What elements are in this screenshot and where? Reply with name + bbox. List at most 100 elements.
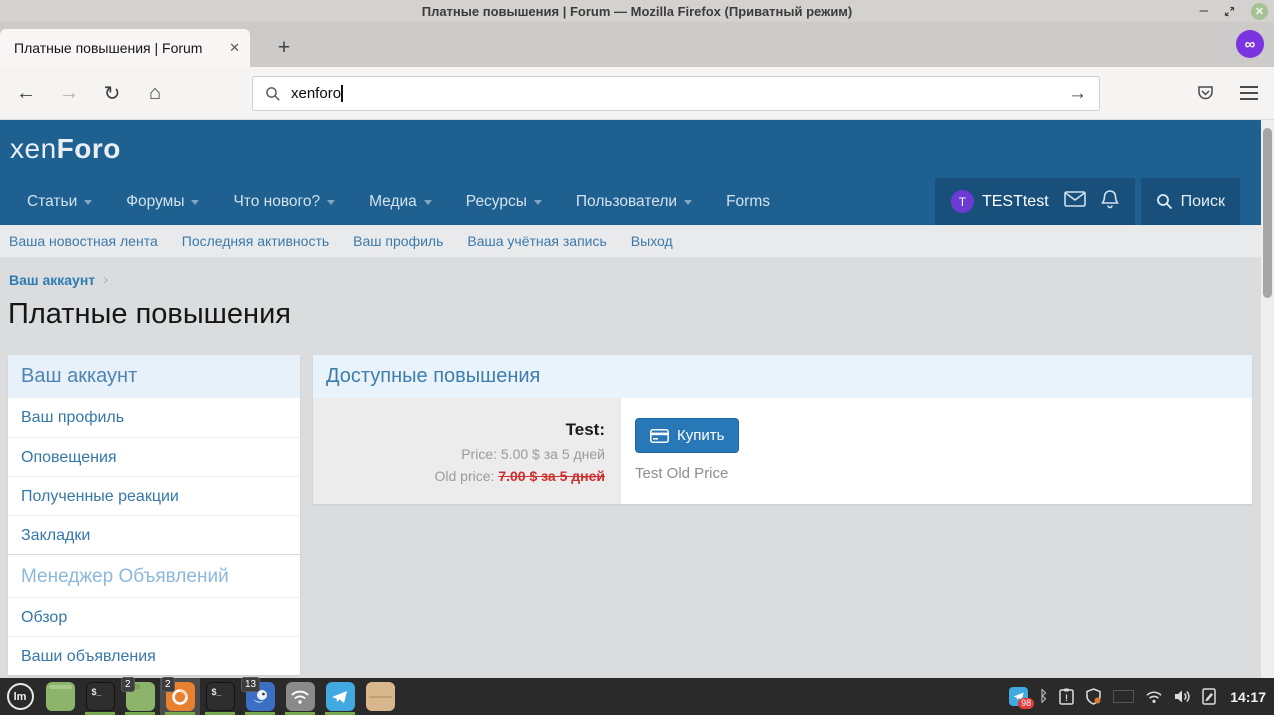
search-button[interactable]: Поиск	[1141, 178, 1240, 225]
terminal-icon: $_	[86, 682, 115, 711]
scrollbar-thumb[interactable]	[1263, 128, 1272, 298]
bluetooth-icon[interactable]: ᛒ	[1039, 688, 1048, 705]
files-app-icon	[366, 682, 395, 711]
search-icon	[1156, 193, 1173, 210]
notes-applet-icon[interactable]	[1202, 688, 1216, 705]
subnav-news-feed[interactable]: Ваша новостная лента	[9, 233, 158, 249]
url-bar[interactable]: xenforo →	[252, 76, 1100, 111]
old-price-value: 7.00 $ за 5 дней	[498, 468, 605, 484]
taskbar-terminal-2[interactable]: $_	[200, 678, 240, 715]
sidebar-item-alerts[interactable]: Оповещения	[8, 437, 300, 476]
clipboard-alert-icon[interactable]: !	[1059, 688, 1074, 705]
sidebar-item-overview[interactable]: Обзор	[8, 597, 300, 636]
forward-button[interactable]: →	[52, 76, 86, 110]
nav-media[interactable]: Медиа	[352, 178, 449, 225]
search-label: Поиск	[1181, 193, 1225, 211]
nav-forms[interactable]: Forms	[709, 178, 787, 225]
new-tab-button[interactable]: +	[270, 34, 298, 62]
url-input-value[interactable]: xenforo	[291, 85, 341, 102]
user-block: T TESTtest	[935, 178, 1135, 225]
window-count-badge: 2	[161, 677, 175, 692]
window-title: Платные повышения | Forum — Mozilla Fire…	[422, 4, 853, 19]
main-navigation: Статьи Форумы Что нового? Медиа Ресурсы …	[0, 178, 787, 225]
chevron-down-icon	[327, 200, 335, 205]
available-upgrades-panel: Доступные повышения Test: Price: 5.00 $ …	[313, 355, 1252, 504]
back-button[interactable]: ←	[9, 76, 43, 110]
taskbar-file-manager[interactable]: 2	[120, 678, 160, 715]
mint-menu-button[interactable]: lm	[0, 678, 40, 715]
restore-button[interactable]	[1224, 6, 1235, 17]
subnav-your-account[interactable]: Ваша учётная запись	[467, 233, 606, 249]
window-controls: – ✕	[1200, 0, 1268, 22]
wifi-app-icon	[286, 682, 315, 711]
clock[interactable]: 14:17	[1230, 689, 1266, 705]
taskbar-thunderbird[interactable]: 13	[240, 678, 280, 715]
header-account-area: T TESTtest Поиск	[935, 178, 1240, 225]
hamburger-menu-icon[interactable]	[1232, 76, 1266, 110]
sidebar-item-your-ads[interactable]: Ваши объявления	[8, 636, 300, 675]
page-scrollbar[interactable]	[1261, 120, 1274, 678]
chevron-down-icon	[684, 200, 692, 205]
window-app-icon	[46, 682, 75, 711]
telegram-tray-icon[interactable]: 98	[1009, 687, 1028, 706]
taskbar-files-app[interactable]	[360, 678, 400, 715]
keyboard-layout-flag-ru[interactable]	[1113, 690, 1134, 703]
wifi-status-icon[interactable]	[1145, 690, 1163, 704]
taskbar-network-app[interactable]	[280, 678, 320, 715]
tab-close-icon[interactable]: ✕	[229, 40, 240, 56]
tab-title: Платные повышения | Forum	[14, 40, 221, 56]
breadcrumb: Ваш аккаунт ›	[9, 271, 108, 288]
account-menu[interactable]: T TESTtest	[951, 190, 1049, 213]
reload-button[interactable]: ↻	[95, 76, 129, 110]
home-button[interactable]: ⌂	[138, 76, 172, 110]
shield-update-icon[interactable]	[1085, 688, 1102, 705]
breadcrumb-your-account[interactable]: Ваш аккаунт	[9, 272, 95, 288]
taskbar-green-window[interactable]	[40, 678, 80, 715]
alerts-button[interactable]	[1101, 189, 1119, 214]
sidebar-header: Ваш аккаунт	[8, 355, 300, 398]
go-arrow-button[interactable]: →	[1068, 83, 1087, 105]
taskbar-terminal-1[interactable]: $_	[80, 678, 120, 715]
volume-icon[interactable]	[1174, 689, 1191, 704]
subnav-latest-activity[interactable]: Последняя активность	[182, 233, 329, 249]
search-icon	[265, 86, 281, 102]
conversations-button[interactable]	[1064, 191, 1086, 212]
taskbar-apps: lm $_ 2 2 $_ 13	[0, 678, 400, 715]
buy-button-label: Купить	[677, 427, 724, 444]
nav-whats-new[interactable]: Что нового?	[216, 178, 352, 225]
xenforo-logo[interactable]: xenForo	[10, 133, 121, 165]
sidebar-section-ads-manager[interactable]: Менеджер Объявлений	[8, 554, 300, 597]
buy-button[interactable]: Купить	[635, 418, 739, 453]
mint-logo-icon: lm	[7, 683, 34, 710]
upgrade-action-cell: Купить Test Old Price	[621, 398, 739, 504]
terminal-icon: $_	[206, 682, 235, 711]
system-tray: 98 ᛒ ! 14:17	[1009, 678, 1274, 715]
forum-header: xenForo Статьи Форумы Что нового? Медиа …	[0, 120, 1261, 225]
nav-articles[interactable]: Статьи	[10, 178, 109, 225]
taskbar-telegram[interactable]	[320, 678, 360, 715]
nav-forums[interactable]: Форумы	[109, 178, 216, 225]
taskbar-firefox[interactable]: 2	[160, 678, 200, 715]
bell-icon	[1101, 189, 1119, 209]
subnav-your-profile[interactable]: Ваш профиль	[353, 233, 443, 249]
chevron-down-icon	[84, 200, 92, 205]
username: TESTtest	[982, 193, 1049, 211]
nav-members[interactable]: Пользователи	[559, 178, 709, 225]
browser-tab[interactable]: Платные повышения | Forum ✕	[0, 29, 250, 67]
sidebar-item-reactions-received[interactable]: Полученные реакции	[8, 476, 300, 515]
minimize-button[interactable]: –	[1200, 6, 1208, 16]
browser-toolbar: ← → ↻ ⌂ xenforo →	[0, 67, 1274, 120]
taskbar: lm $_ 2 2 $_ 13	[0, 678, 1274, 715]
envelope-icon	[1064, 191, 1086, 207]
sidebar-item-your-profile[interactable]: Ваш профиль	[8, 398, 300, 437]
pocket-icon[interactable]	[1188, 76, 1222, 110]
sidebar-item-bookmarks[interactable]: Закладки	[8, 515, 300, 554]
toolbar-right	[1188, 76, 1266, 110]
tab-strip: Платные повышения | Forum ✕ + ∞	[0, 22, 1274, 67]
close-button[interactable]: ✕	[1251, 3, 1268, 20]
upgrade-name: Test:	[313, 420, 605, 440]
text-caret	[341, 85, 343, 102]
nav-resources[interactable]: Ресурсы	[449, 178, 559, 225]
subnav-logout[interactable]: Выход	[631, 233, 673, 249]
chevron-down-icon	[191, 200, 199, 205]
